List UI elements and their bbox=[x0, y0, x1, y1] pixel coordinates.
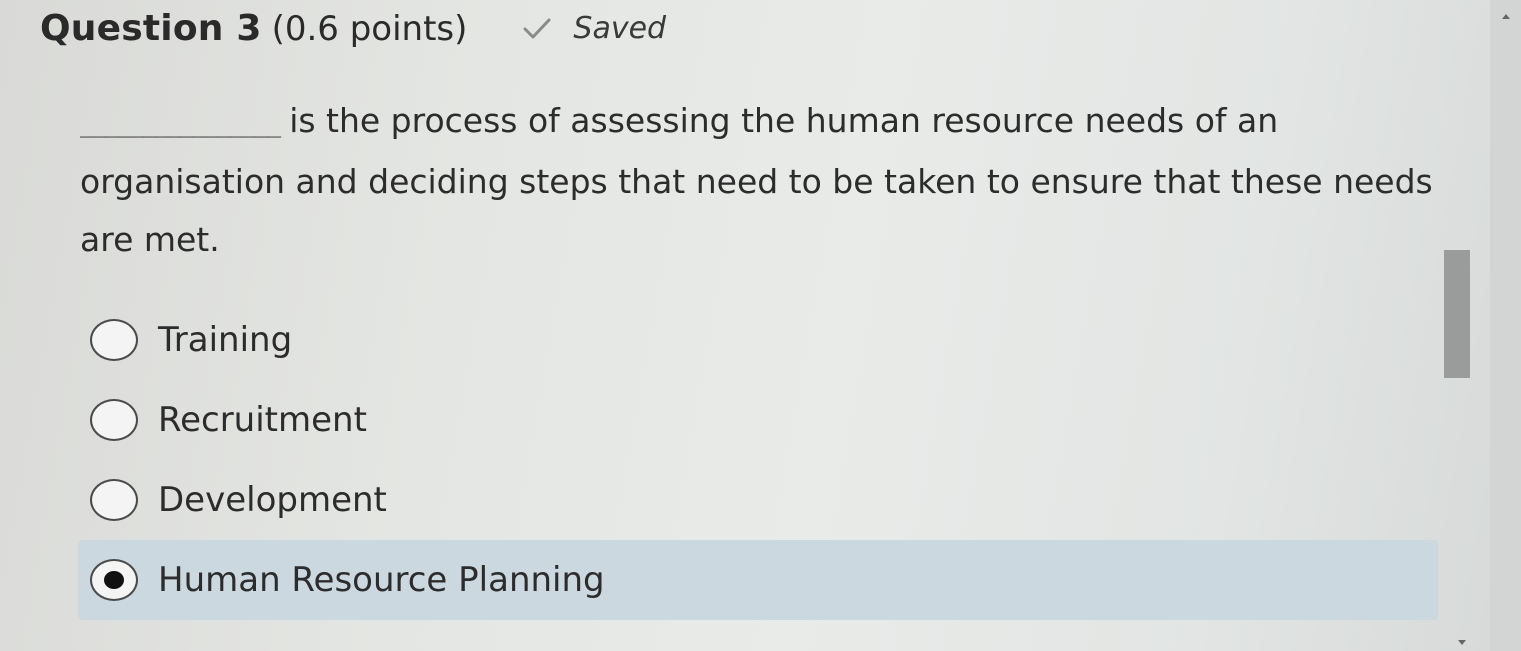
saved-label: Saved bbox=[573, 11, 667, 46]
option-label[interactable]: Recruitment bbox=[158, 400, 367, 440]
option-label[interactable]: Development bbox=[158, 480, 387, 520]
quiz-page: Question 3 (0.6 points) Saved __________… bbox=[0, 0, 1490, 651]
radio-button-selected[interactable] bbox=[90, 559, 138, 601]
saved-status: Saved bbox=[523, 11, 666, 46]
option-label[interactable]: Human Resource Planning bbox=[158, 560, 605, 600]
scrollbar-thumb[interactable] bbox=[1444, 250, 1470, 378]
option-human-resource-planning[interactable]: Human Resource Planning bbox=[78, 540, 1438, 620]
answer-options: Training Recruitment Development Human R… bbox=[78, 300, 1438, 620]
radio-button[interactable] bbox=[90, 399, 138, 441]
scroll-up-arrow-icon[interactable] bbox=[1502, 14, 1510, 19]
radio-selected-dot bbox=[104, 571, 124, 589]
option-label[interactable]: Training bbox=[158, 320, 292, 360]
option-training[interactable]: Training bbox=[78, 300, 1438, 380]
question-points: (0.6 points) bbox=[271, 8, 468, 49]
question-header: Question 3 (0.6 points) Saved bbox=[40, 8, 666, 49]
scroll-down-arrow-icon[interactable] bbox=[1458, 640, 1466, 645]
question-body: is the process of assessing the human re… bbox=[80, 101, 1433, 259]
check-icon bbox=[523, 18, 551, 40]
question-title: Question 3 bbox=[40, 8, 262, 49]
question-prompt: ________________ is the process of assess… bbox=[80, 92, 1460, 269]
radio-button[interactable] bbox=[90, 319, 138, 361]
option-recruitment[interactable]: Recruitment bbox=[78, 380, 1438, 460]
radio-button[interactable] bbox=[90, 479, 138, 521]
answer-blank: ________________ bbox=[80, 110, 281, 138]
option-development[interactable]: Development bbox=[78, 460, 1438, 540]
scrollbar[interactable] bbox=[1444, 0, 1521, 651]
